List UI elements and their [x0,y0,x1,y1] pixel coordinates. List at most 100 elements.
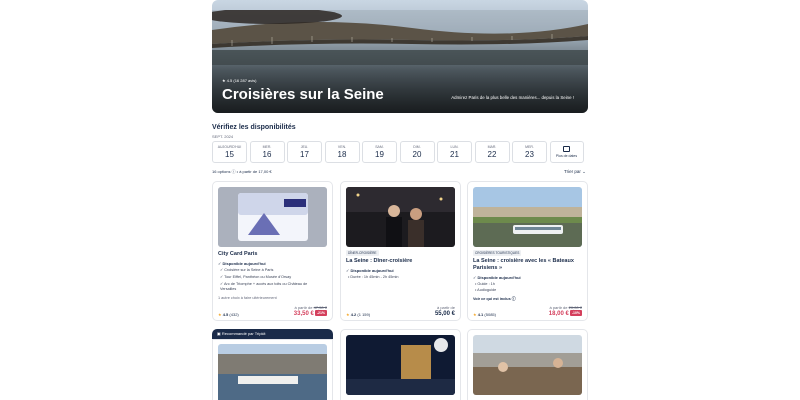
date-day: 15 [225,150,234,159]
price-from: à partir de 20,00 € [550,305,583,310]
whats-included-link[interactable]: Voir ce qui est inclus ⓘ [473,297,516,302]
review-count: (5085) [484,312,496,317]
product-card[interactable] [467,329,588,400]
date-option[interactable]: AUJOURD'HUI 15 [212,141,247,163]
product-card[interactable] [340,329,461,400]
card-note: 1 autre choix à faire ultérieurement [218,296,277,300]
recommended-label: Recommandé par Tripkit [221,331,266,336]
card-feature: • Guide : 1h [475,282,495,286]
card-feature: • Audioguide [475,288,497,292]
card-price: 55,00 € [434,311,455,317]
date-option[interactable]: MAR. 22 [474,141,510,163]
date-day: 23 [525,150,534,159]
old-price: 47,50 € [313,305,327,310]
date-dow: MER. [525,145,534,149]
date-option[interactable]: DIM. 20 [399,141,435,163]
paris-river-photo [218,344,327,400]
rating-value: 4.5 [222,312,229,317]
from-label: à partir de [549,305,568,310]
hero-tagline: Admirez Paris de la plus belle des maniè… [451,95,574,100]
availability-note: ✓ Disponible aujourd'hui [346,268,394,273]
month-label: SEPT. 2024 [212,134,234,139]
category-tag: CROISIÈRES TOURISTIQUES [473,250,522,256]
date-day: 21 [450,150,459,159]
date-dow: MER. [262,145,272,149]
card-feature: • Durée : 1h 45min - 2h 45min [348,275,399,279]
date-day: 16 [262,150,272,159]
date-option[interactable]: JEU. 17 [287,141,322,163]
date-day: 18 [337,150,347,159]
availability-note: ✓ Disponible aujourd'hui [473,275,521,280]
card-title[interactable]: City Card Paris [218,251,328,258]
paris-pass-photo [218,187,327,247]
star-icon: ★ [346,312,350,317]
price-from: à partir de [436,305,455,310]
price-from: à partir de 47,50 € [295,305,328,310]
card-price: 33,50 € -21% [293,310,327,317]
recommended-banner: ▣ Recommandé par Tripkit [212,329,333,339]
notre-dame-photo [346,335,455,395]
price-value: 18,00 € [548,311,569,317]
sort-dropdown[interactable]: Trier par ⌄ [564,169,586,175]
card-feature: ✓ Tour Eiffel, Panthéon ou Musée d'Orsay [220,275,292,279]
dinner-photo [346,187,455,247]
hero-banner: ★ 4.5 (16 287 avis) Croisières sur la Se… [212,0,588,113]
date-option[interactable]: SAM. 19 [362,141,397,163]
badge-icon: ▣ [217,331,221,336]
options-count: 16 options ⓘ • à partir de 17,00 € [212,169,272,174]
date-option[interactable]: VEN. 18 [324,141,360,163]
dinner-cruise-image [346,187,455,247]
availability-title: Vérifiez les disponibilités [212,124,296,131]
card-image [218,344,327,400]
date-dow: LUN. [450,145,459,149]
from-label: à partir de [294,305,313,310]
hero-rating: ★ 4.5 (16 287 avis) [222,78,257,83]
card-feature: ✓ Arc de Triomphe + accès aux toits ou C… [220,282,308,291]
card-feature: ✓ Croisière sur la Seine à Paris [220,268,274,272]
rating-value: 4.1 [477,312,484,317]
more-dates-button[interactable]: Plus de dates [549,141,584,163]
city-card-image [218,187,327,247]
product-card[interactable]: City Card Paris ✓ Disponible aujourd'hui… [212,181,333,321]
date-dow: MAR. [487,145,497,149]
date-dow: DIM. [413,145,421,149]
product-card[interactable]: CROISIÈRES TOURISTIQUES La Seine : crois… [467,181,588,321]
discount-badge: -10% [569,310,582,317]
seine-cruise-image [473,187,582,247]
review-count: (432) [229,312,239,317]
date-picker: AUJOURD'HUI 15 MER. 16 JEU. 17 VEN. 18 SAM. 1… [212,141,588,163]
date-day: 19 [375,150,384,159]
date-day: 17 [300,150,309,159]
card-image [473,335,582,395]
star-icon: ★ [218,312,222,317]
date-dow: JEU. [300,145,309,149]
date-day: 20 [412,150,422,159]
product-card[interactable]: DÎNER-CROISIÈRE La Seine : Dîner-croisiè… [340,181,461,321]
page-title: Croisières sur la Seine [222,86,384,103]
date-dow: VEN. [337,145,347,149]
review-count: (1 159) [357,312,371,317]
product-card[interactable] [212,339,333,400]
rating-value: 4.2 [350,312,357,317]
date-option[interactable]: LUN. 21 [437,141,472,163]
price-value: 33,50 € [293,311,314,317]
date-dow: AUJOURD'HUI [217,145,242,149]
card-price: 18,00 € -10% [548,310,582,317]
star-icon: ★ [473,312,477,317]
more-dates-label: Plus de dates [555,154,578,158]
card-image [346,335,455,395]
card-rating: ★ 4.1 (5085) [473,312,496,317]
date-day: 22 [487,150,497,159]
availability-note: ✓ Disponible aujourd'hui [218,261,266,266]
card-rating: ★ 4.5 (432) [218,312,239,317]
boat-photo [473,187,582,247]
date-option[interactable]: MER. 16 [249,141,285,163]
calendar-icon [563,146,570,152]
boat-deck-photo [473,335,582,395]
old-price: 20,00 € [568,305,582,310]
discount-badge: -21% [314,310,327,317]
date-option[interactable]: MER. 23 [512,141,547,163]
card-title[interactable]: La Seine : Dîner-croisière [346,258,456,265]
card-title[interactable]: La Seine : croisière avec les « Bateaux … [473,258,583,272]
category-tag: DÎNER-CROISIÈRE [346,250,379,256]
